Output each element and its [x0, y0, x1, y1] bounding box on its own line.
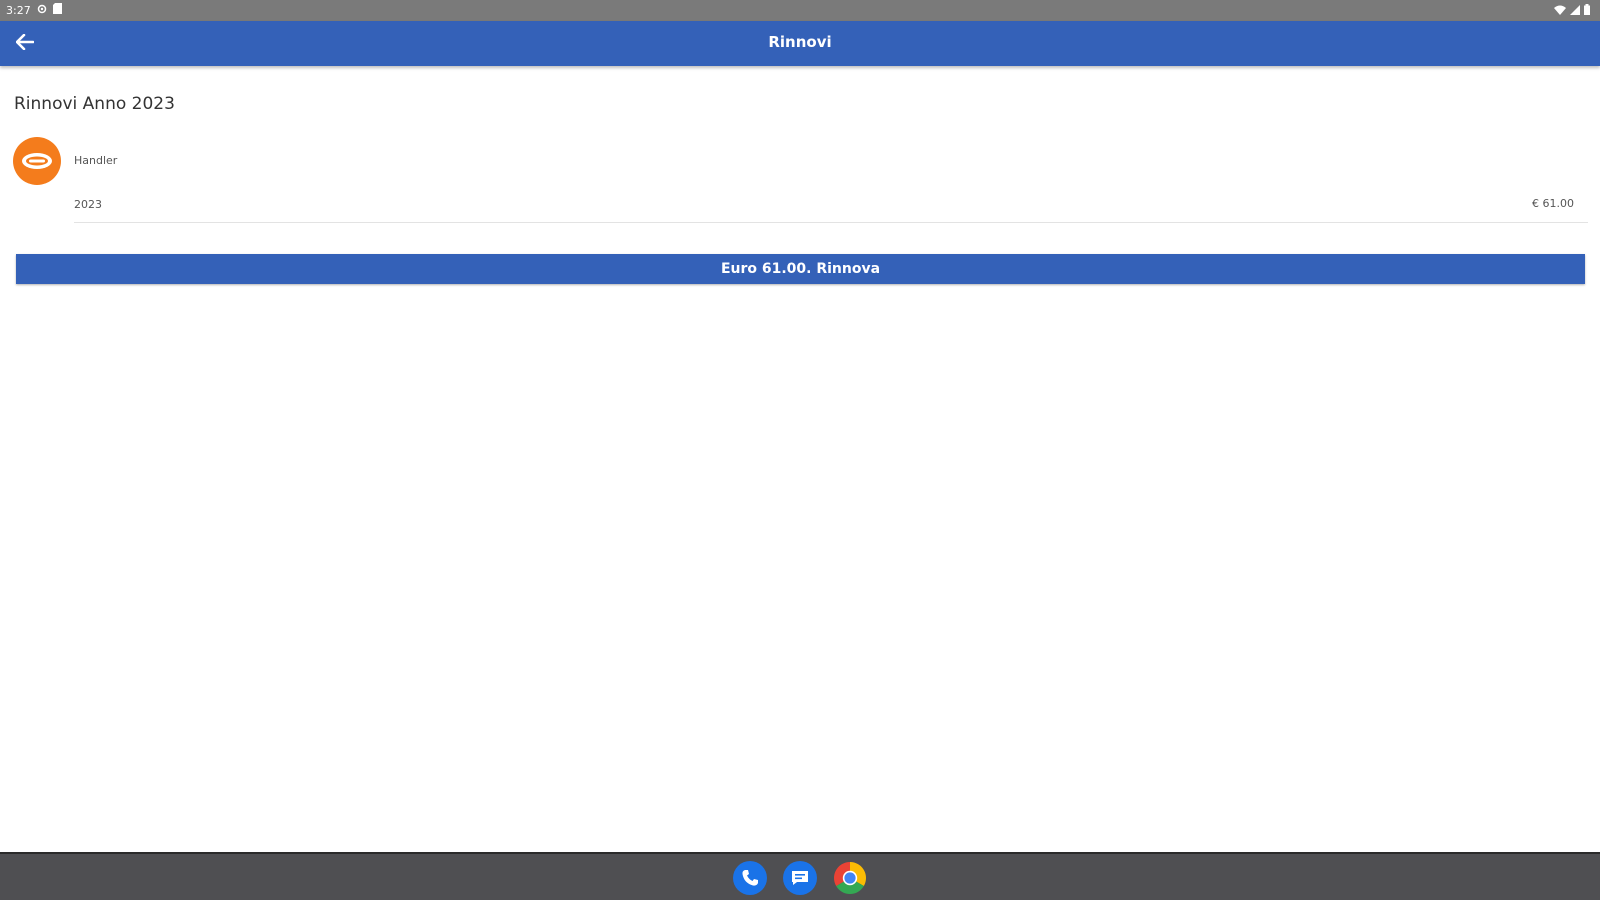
signal-icon — [1570, 4, 1580, 18]
status-time: 3:27 — [6, 3, 31, 17]
renew-button[interactable]: Euro 61.00. Rinnova — [16, 254, 1585, 284]
navigation-bar — [0, 852, 1600, 900]
phone-icon[interactable] — [733, 861, 767, 895]
chrome-icon[interactable] — [833, 861, 867, 895]
item-price: € 61.00 — [1532, 197, 1574, 210]
item-name: Handler — [74, 154, 118, 167]
status-left: 3:27 — [6, 3, 62, 17]
battery-icon — [1584, 4, 1590, 18]
sd-card-icon — [52, 3, 62, 17]
status-right — [1554, 4, 1590, 18]
page-title: Rinnovi — [768, 33, 832, 51]
wifi-icon — [1554, 5, 1566, 18]
handler-logo-icon — [13, 137, 61, 185]
item-year: 2023 — [74, 198, 102, 211]
app-dock — [0, 861, 1600, 895]
status-bar: 3:27 — [0, 0, 1600, 21]
item-divider — [74, 222, 1588, 223]
messages-icon[interactable] — [783, 861, 817, 895]
settings-icon — [37, 4, 47, 17]
app-bar: Rinnovi — [0, 21, 1600, 66]
section-title: Rinnovi Anno 2023 — [14, 94, 175, 114]
